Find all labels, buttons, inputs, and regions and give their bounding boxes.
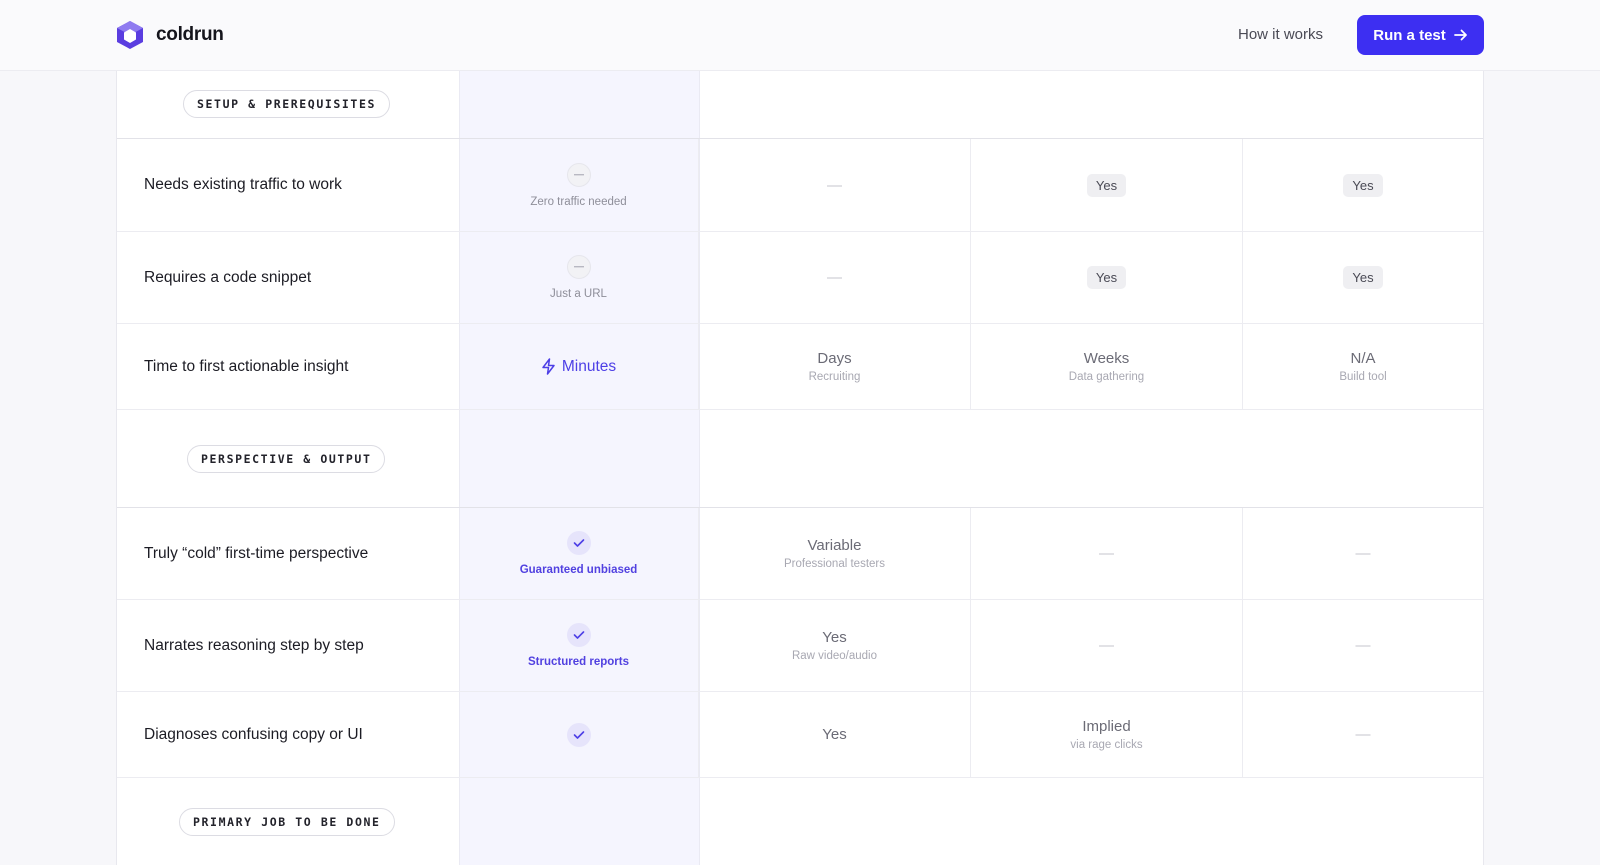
cell-sub: Recruiting <box>808 371 861 383</box>
cell-sub: Raw video/audio <box>791 650 878 662</box>
table-row: Needs existing traffic to work Zero traf… <box>117 139 1483 232</box>
row-label: Needs existing traffic to work <box>144 176 342 193</box>
coldrun-sub: Just a URL <box>550 288 607 300</box>
check-icon <box>566 531 591 555</box>
section-row-setup: SETUP & PREREQUISITES <box>117 70 1483 139</box>
brand-name: coldrun <box>156 24 224 45</box>
hexagon-logo-icon <box>117 21 143 49</box>
dash-value: — <box>1355 726 1371 743</box>
dash-value: — <box>1355 637 1371 654</box>
nav-how-it-works[interactable]: How it works <box>1238 26 1323 43</box>
top-nav: coldrun How it works Run a test <box>0 0 1600 71</box>
dash-value: — <box>827 269 842 286</box>
run-test-label: Run a test <box>1373 26 1446 44</box>
cell-sub: Professional testers <box>784 558 885 570</box>
cell-sub: Data gathering <box>1068 371 1145 383</box>
table-row: Truly “cold” first-time perspective Guar… <box>117 508 1483 600</box>
minutes-value: Minutes <box>541 358 616 376</box>
dash-value: — <box>1099 637 1114 654</box>
section-pill-perspective: PERSPECTIVE & OUTPUT <box>187 444 386 473</box>
brand-logo[interactable]: coldrun <box>116 20 224 50</box>
yes-badge: Yes <box>1086 173 1127 197</box>
cell-main: Weeks <box>1083 350 1130 367</box>
minus-icon <box>566 162 591 187</box>
cell-sub: via rage clicks <box>1070 739 1143 751</box>
row-label: Requires a code snippet <box>144 268 312 286</box>
section-pill-primary: PRIMARY JOB TO BE DONE <box>179 807 395 836</box>
table-row: Time to first actionable insight Minutes… <box>117 324 1483 410</box>
minutes-label: Minutes <box>561 357 617 375</box>
cell-main: Yes <box>822 629 847 646</box>
row-label: Time to first actionable insight <box>144 357 349 375</box>
comparison-table: SETUP & PREREQUISITES Needs existing tra… <box>116 70 1484 865</box>
cell-main: Yes <box>822 726 847 743</box>
table-row: Narrates reasoning step by step Structur… <box>117 600 1483 692</box>
dash-value: — <box>827 176 842 194</box>
row-label: Truly “cold” first-time perspective <box>144 544 369 562</box>
arrow-right-icon <box>1453 29 1467 41</box>
cell-sub: Build tool <box>1339 371 1387 383</box>
dash-value: — <box>1355 545 1371 562</box>
dash-value: — <box>1099 545 1114 562</box>
table-row: Requires a code snippet Just a URL — Yes… <box>117 232 1483 324</box>
row-label: Diagnoses confusing copy or UI <box>144 725 363 743</box>
check-icon <box>566 623 591 647</box>
yes-badge: Yes <box>1343 266 1383 289</box>
cell-main: N/A <box>1350 350 1376 367</box>
run-test-button[interactable]: Run a test <box>1357 15 1484 55</box>
row-label: Narrates reasoning step by step <box>144 636 364 654</box>
section-row-perspective: PERSPECTIVE & OUTPUT <box>117 410 1483 508</box>
table-row: Diagnoses confusing copy or UI Yes Impli… <box>117 692 1483 778</box>
coldrun-sub: Structured reports <box>528 656 629 668</box>
cell-main: Variable <box>807 537 862 554</box>
cell-main: Implied <box>1082 718 1131 735</box>
coldrun-sub: Zero traffic needed <box>530 195 627 208</box>
minus-icon <box>566 255 591 279</box>
lightning-icon <box>542 358 555 375</box>
yes-badge: Yes <box>1343 173 1383 197</box>
check-icon <box>566 722 591 747</box>
coldrun-sub: Guaranteed unbiased <box>519 564 638 576</box>
cell-main: Days <box>817 350 852 367</box>
section-row-primary: PRIMARY JOB TO BE DONE <box>117 778 1483 865</box>
yes-badge: Yes <box>1086 266 1127 289</box>
section-pill-setup: SETUP & PREREQUISITES <box>183 90 390 118</box>
